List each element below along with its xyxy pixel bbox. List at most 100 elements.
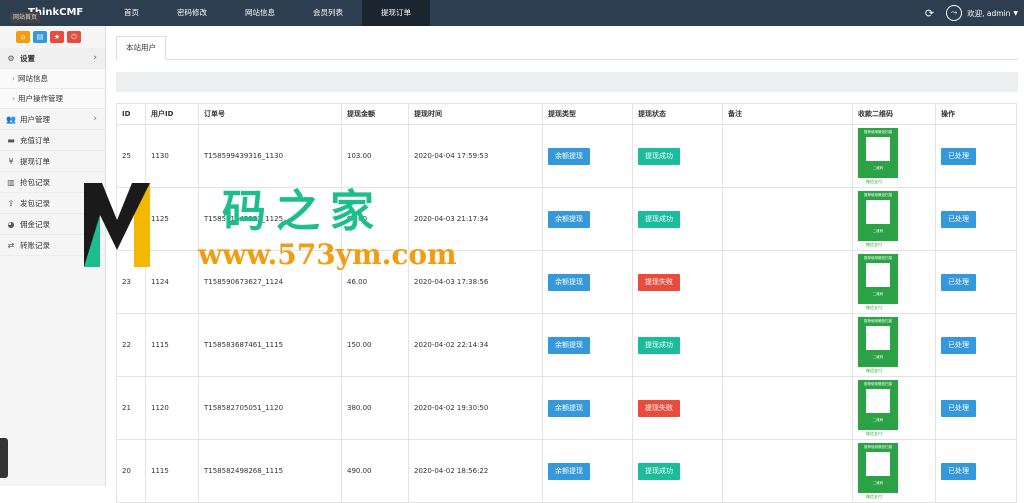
- home-icon[interactable]: ⌂: [16, 31, 30, 43]
- sidebar-item-label: 用户管理: [20, 114, 50, 124]
- cell-qr: 推荐使用微信扫描 二维码 微信支付: [852, 124, 936, 188]
- sidebar-item[interactable]: ⇪ 发包记录: [0, 193, 105, 214]
- qr-label: 微信支付: [866, 304, 882, 310]
- table-row: 20 1115 T158582498268_1115 490.00 2020-04-02…: [116, 439, 1017, 503]
- status-badge[interactable]: 提现成功: [638, 336, 680, 354]
- column-header: 备注: [722, 103, 853, 125]
- sidebar-subitem-user-ops[interactable]: › 用户操作管理: [0, 89, 105, 109]
- table-row: 25 1130 T158599439316_1130 103.00 2020-04-04…: [116, 124, 1017, 188]
- cell-qr: 推荐使用微信扫描 二维码 微信支付: [852, 187, 936, 251]
- cell-action: 已处理: [935, 376, 1017, 440]
- processed-button[interactable]: 已处理: [941, 273, 976, 291]
- cell-amount: 46.00: [341, 250, 409, 314]
- qr-code-image[interactable]: 推荐使用微信扫描 二维码: [858, 127, 898, 178]
- qr-footer: 二维码: [872, 228, 884, 233]
- qr-code-image[interactable]: 推荐使用微信扫描 二维码: [858, 253, 898, 304]
- qr-label: 微信支付: [866, 493, 882, 499]
- status-badge[interactable]: 提现失败: [638, 273, 680, 291]
- status-badge[interactable]: 提现失败: [638, 399, 680, 417]
- withdraw-type-badge[interactable]: 余额提现: [548, 462, 590, 480]
- status-badge[interactable]: 提现成功: [638, 462, 680, 480]
- brand[interactable]: ThinkCMF 网站首页: [0, 0, 105, 26]
- qr-code-image[interactable]: 推荐使用微信扫描 二维码: [858, 316, 898, 367]
- power-icon[interactable]: ⏻: [67, 31, 81, 43]
- share-icon[interactable]: ⤳: [946, 5, 963, 21]
- cell-order-no: T158591645233_1125: [198, 187, 342, 251]
- cell-qr: 推荐使用微信扫描 二维码 微信支付: [852, 313, 936, 377]
- qr-label: 微信支付: [866, 241, 882, 247]
- status-badge[interactable]: 提现成功: [638, 210, 680, 228]
- filter-bar: [116, 72, 1018, 92]
- qr-footer: 二维码: [872, 417, 884, 422]
- cell-note: [722, 187, 853, 251]
- cell-status: 提现失败: [632, 376, 723, 440]
- qr-code-image[interactable]: 推荐使用微信扫描 二维码: [858, 442, 898, 493]
- cell-type: 余额提现: [542, 439, 633, 503]
- cell-id: 21: [116, 376, 146, 440]
- user-area: ⟳ ⤳ 欢迎, admin ▼: [925, 0, 1024, 26]
- withdraw-type-badge[interactable]: 余额提现: [548, 336, 590, 354]
- processed-button[interactable]: 已处理: [941, 147, 976, 165]
- chevron-right-icon: ›: [93, 113, 97, 124]
- cell-status: 提现失败: [632, 250, 723, 314]
- qr-label: 微信支付: [866, 178, 882, 184]
- cell-order-no: T158583687461_1115: [198, 313, 342, 377]
- gears-icon: ⚙: [7, 53, 15, 63]
- cell-time: 2020-04-03 17:38:56: [408, 250, 543, 314]
- cell-amount: 380.00: [341, 376, 409, 440]
- sidebar-item[interactable]: ▬ 充值订单: [0, 130, 105, 151]
- side-widget[interactable]: [0, 438, 8, 478]
- processed-button[interactable]: 已处理: [941, 336, 976, 354]
- nav-item[interactable]: 会员列表: [294, 0, 362, 26]
- tab-site-users[interactable]: 本站用户: [116, 36, 166, 60]
- main-content: 本站用户 ID 用户ID 订单号 提现金额 提现时间 提现类型 提现状态 备注 收款二维码 操作 …: [106, 26, 1024, 503]
- table-row: 23 1124 T158590673627_1124 46.00 2020-04-03 …: [116, 250, 1017, 314]
- home-tooltip: 网站首页: [10, 12, 41, 23]
- sidebar-item[interactable]: ⇄ 转账记录: [0, 235, 105, 256]
- withdraw-type-badge[interactable]: 余额提现: [548, 399, 590, 417]
- sidebar-item-label: 转账记录: [20, 240, 50, 250]
- refresh-icon[interactable]: ⟳: [925, 7, 934, 20]
- welcome-text[interactable]: 欢迎, admin: [967, 8, 1010, 19]
- nav-item[interactable]: 首页: [105, 0, 158, 26]
- table-row: 22 1115 T158583687461_1115 150.00 2020-04-02…: [116, 313, 1017, 377]
- sidebar-item[interactable]: ¥ 提现订单: [0, 151, 105, 172]
- qr-footer: 二维码: [872, 354, 884, 359]
- cell-amount: 90.00: [341, 187, 409, 251]
- chevron-down-icon[interactable]: ▼: [1013, 10, 1018, 17]
- cell-id: 23: [116, 250, 146, 314]
- qr-footer: 二维码: [872, 291, 884, 296]
- nav-item[interactable]: 提现订单: [362, 0, 430, 26]
- sidebar-item-settings[interactable]: ⚙ 设置 ›: [0, 48, 105, 69]
- qr-header: 推荐使用微信扫描: [864, 129, 892, 134]
- qr-code-image[interactable]: 推荐使用微信扫描 二维码: [858, 190, 898, 241]
- processed-button[interactable]: 已处理: [941, 399, 976, 417]
- star-icon[interactable]: ★: [50, 31, 64, 43]
- bar-chart-icon: ▥: [7, 177, 15, 187]
- cell-note: [722, 439, 853, 503]
- document-icon[interactable]: ▤: [33, 31, 47, 43]
- withdraw-type-badge[interactable]: 余额提现: [548, 147, 590, 165]
- cell-qr: 推荐使用微信扫描 二维码 微信支付: [852, 250, 936, 314]
- shortcut-buttons: ⌂ ▤ ★ ⏻: [0, 26, 105, 48]
- processed-button[interactable]: 已处理: [941, 210, 976, 228]
- cell-user-id: 1124: [145, 250, 199, 314]
- sidebar-menu: ⚙ 设置 › › 网站信息 › 用户操作管理 👥 用户管理 › ▬ 充值订单 ¥ 提现订单 ▥ 抢包…: [0, 48, 105, 256]
- column-header: 订单号: [198, 103, 342, 125]
- sidebar-item[interactable]: 👥 用户管理 ›: [0, 109, 105, 130]
- cell-time: 2020-04-04 17:59:53: [408, 124, 543, 188]
- nav-item[interactable]: 密码修改: [158, 0, 226, 26]
- withdraw-type-badge[interactable]: 余额提现: [548, 210, 590, 228]
- status-badge[interactable]: 提现成功: [638, 147, 680, 165]
- qr-header: 推荐使用微信扫描: [864, 192, 892, 197]
- sidebar-subitem-label: 网站信息: [18, 74, 48, 83]
- sidebar-item[interactable]: ◕ 佣金记录: [0, 214, 105, 235]
- sidebar-subitem-site-info[interactable]: › 网站信息: [0, 69, 105, 89]
- processed-button[interactable]: 已处理: [941, 462, 976, 480]
- nav-item[interactable]: 网站信息: [226, 0, 294, 26]
- sidebar-item-label: 佣金记录: [20, 219, 50, 229]
- withdraw-type-badge[interactable]: 余额提现: [548, 273, 590, 291]
- qr-code-image[interactable]: 推荐使用微信扫描 二维码: [858, 379, 898, 430]
- sidebar-item[interactable]: ▥ 抢包记录: [0, 172, 105, 193]
- qr-pattern: [866, 325, 890, 350]
